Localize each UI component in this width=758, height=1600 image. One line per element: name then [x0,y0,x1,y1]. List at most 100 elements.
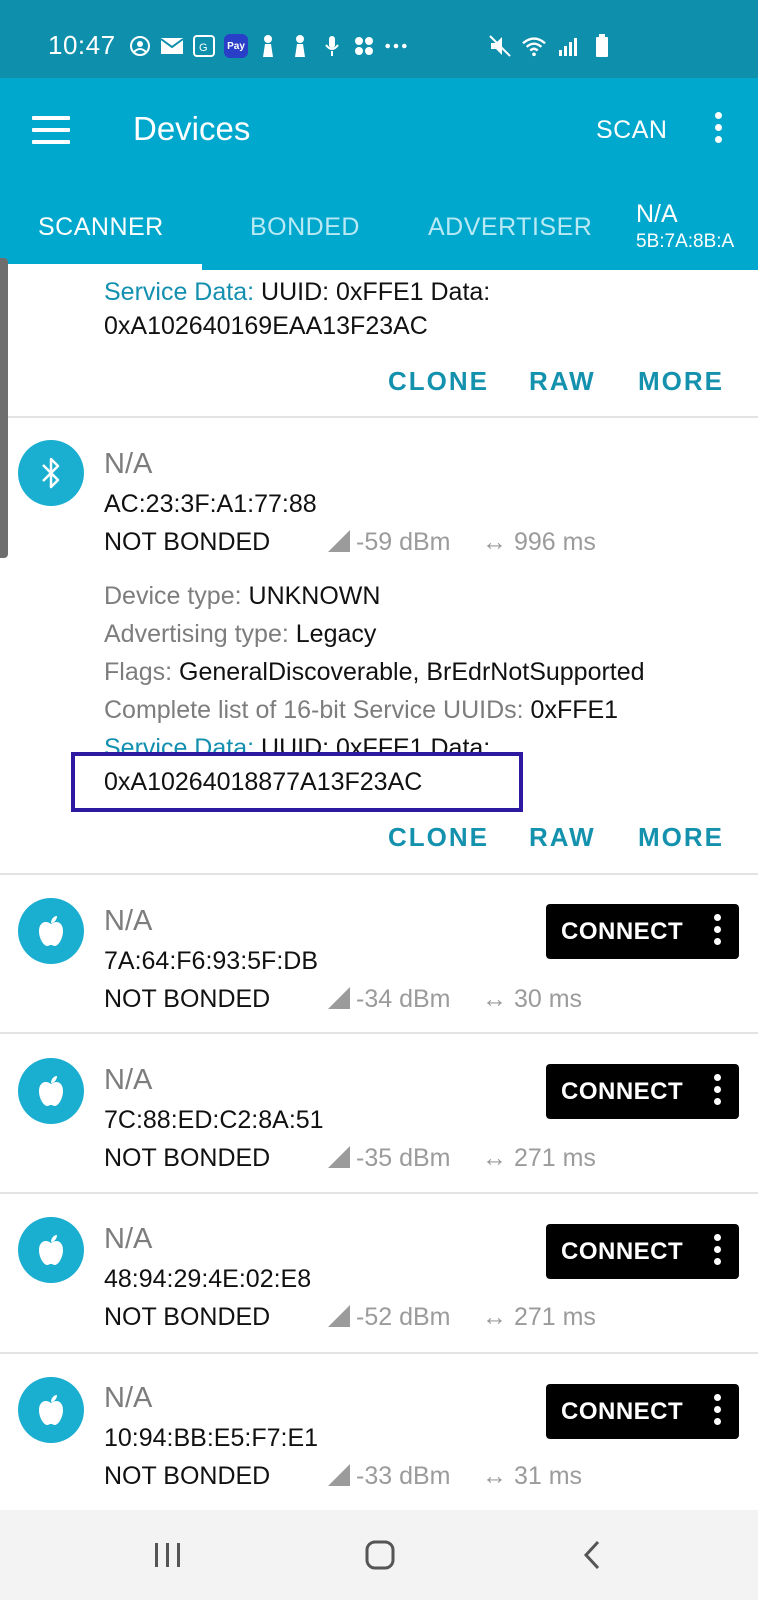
apple-icon [18,1377,84,1443]
divider [0,1192,758,1194]
pay-icon: Pay [224,34,248,58]
partial-entry-actions: CLONE RAW MORE [0,366,758,406]
status-bar: 10:47 G Pay [0,0,758,78]
account-icon [128,34,152,58]
system-icons [488,34,614,58]
person-icon [288,34,312,58]
active-tab-indicator [0,264,202,270]
more-button[interactable]: MORE [638,822,724,853]
mail-icon [160,34,184,58]
device-name: N/A [104,1064,153,1096]
device-interval: ↔ 996 ms [482,528,596,556]
battery-icon [590,34,614,58]
device-rssi: -34 dBm [328,985,450,1014]
device-rssi: -52 dBm [328,1303,450,1332]
tab-scanner[interactable]: SCANNER [38,213,164,242]
device-interval: ↔ 31 ms [482,1462,583,1490]
device-menu-icon[interactable] [709,1074,725,1108]
flags-line: Flags: GeneralDiscoverable, BrEdrNotSupp… [104,658,645,686]
divider [0,1032,758,1034]
signal-strength-icon [328,1464,350,1486]
interval-arrows-icon: ↔ [482,1303,507,1331]
mic-icon [320,34,344,58]
divider [0,873,758,875]
notification-icons: G Pay [128,34,408,58]
device-address: 7C:88:ED:C2:8A:51 [104,1106,324,1134]
signal-strength-icon [328,530,350,552]
device-interval: ↔ 30 ms [482,985,583,1013]
device-interval: ↔ 271 ms [482,1303,596,1331]
scan-button[interactable]: SCAN [596,116,667,145]
device-rssi: -35 dBm [328,1144,450,1173]
clone-button[interactable]: CLONE [388,366,489,397]
service-data-payload: 0xA10264018877A13F23AC [104,768,423,796]
app-bar: Devices SCAN [0,78,758,186]
tab-device-name: N/A [636,200,678,228]
device-rssi: -59 dBm [328,528,450,557]
device-actions: CLONE RAW MORE [0,822,758,862]
connect-button[interactable]: CONNECT [546,1224,739,1279]
signal-strength-icon [328,1146,350,1168]
raw-button[interactable]: RAW [529,822,596,853]
device-address: 7A:64:F6:93:5F:DB [104,947,319,975]
service-uuids-line: Complete list of 16-bit Service UUIDs: 0… [104,696,619,724]
apple-icon [18,898,84,964]
tab-device-address: 5B:7A:8B:A [636,231,735,252]
apple-icon [18,1058,84,1124]
device-name: N/A [104,1382,153,1414]
device-menu-icon[interactable] [709,1234,725,1268]
apple-icon [18,1217,84,1283]
recents-icon[interactable] [138,1532,198,1578]
interval-arrows-icon: ↔ [482,528,507,556]
tab-device[interactable]: N/A 5B:7A:8B:A [636,200,734,253]
interval-arrows-icon: ↔ [482,985,507,1013]
device-menu-icon[interactable] [709,1394,725,1428]
back-icon[interactable] [562,1532,622,1578]
device-bond-state: NOT BONDED [104,1303,271,1331]
connect-button[interactable]: CONNECT [546,1384,739,1439]
clone-button[interactable]: CLONE [388,822,489,853]
raw-button[interactable]: RAW [529,366,596,397]
device-rssi: -33 dBm [328,1462,450,1491]
partial-service-data-line: Service Data: UUID: 0xFFE1 Data: [104,278,490,307]
service-data-value: UUID: 0xFFE1 Data: [261,278,491,306]
menu-icon[interactable] [32,116,70,144]
more-button[interactable]: MORE [638,366,724,397]
device-bond-state: NOT BONDED [104,1144,271,1172]
service-data-label: Service Data: [104,278,255,306]
partial-service-data-payload: 0xA102640169EAA13F23AC [104,312,428,340]
connect-button[interactable]: CONNECT [546,904,739,959]
connect-button[interactable]: CONNECT [546,1064,739,1119]
device-menu-icon[interactable] [709,914,725,948]
overflow-menu-icon[interactable] [706,112,730,152]
svg-text:G: G [199,42,208,54]
interval-arrows-icon: ↔ [482,1144,507,1172]
device-address: 48:94:29:4E:02:E8 [104,1265,312,1293]
signal-strength-icon [328,987,350,1009]
signal-strength-icon [328,1305,350,1327]
home-icon[interactable] [350,1532,410,1578]
service-data-line: Service Data: UUID: 0xFFE1 Data: [104,734,491,762]
device-address: AC:23:3F:A1:77:88 [104,490,317,518]
tab-bonded[interactable]: BONDED [250,213,360,242]
scrollbar[interactable] [0,258,8,558]
system-nav-bar [0,1510,758,1600]
bluetooth-icon [18,440,84,506]
status-time: 10:47 [48,30,116,60]
person-icon [256,34,280,58]
apps-icon [352,34,376,58]
device-name: N/A [104,448,153,480]
device-bond-state: NOT BONDED [104,985,271,1013]
device-bond-state: NOT BONDED [104,528,271,556]
advertising-type-line: Advertising type: Legacy [104,620,377,648]
device-address: 10:94:BB:E5:F7:E1 [104,1424,319,1452]
device-interval: ↔ 271 ms [482,1144,596,1172]
wifi-icon [522,34,546,58]
signal-icon [556,34,580,58]
tab-advertiser[interactable]: ADVERTISER [428,213,592,242]
interval-arrows-icon: ↔ [482,1462,507,1490]
divider [0,416,758,418]
maps-icon: G [192,34,216,58]
tab-bar: SCANNER BONDED ADVERTISER N/A 5B:7A:8B:A [0,186,758,270]
device-bond-state: NOT BONDED [104,1462,271,1490]
